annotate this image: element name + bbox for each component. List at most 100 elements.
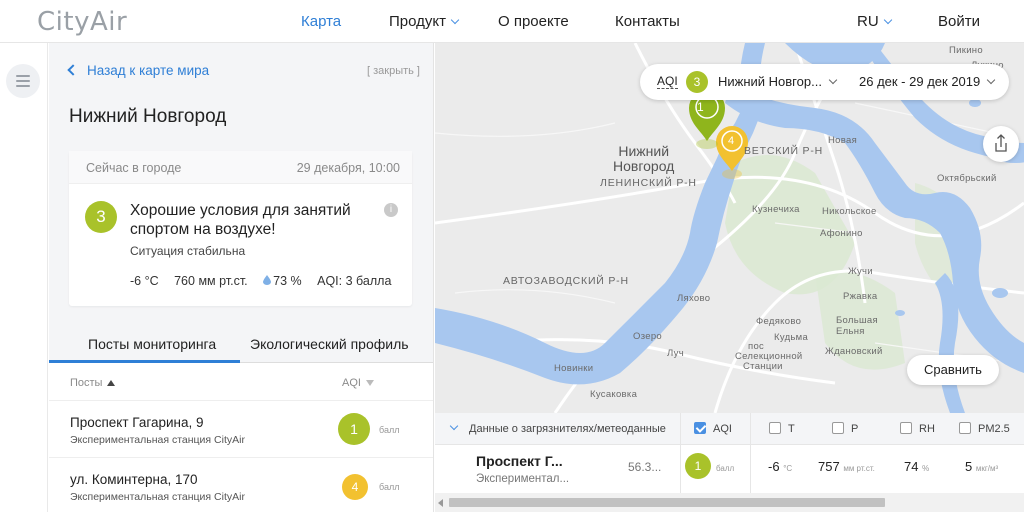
table-row[interactable]: Проспект Г... Экспериментал... 56.3... 1… [435,445,1024,493]
post-aqi-badge: 1 [338,413,370,445]
scrollbar-thumb[interactable] [449,498,885,507]
top-navigation-bar: CityAir Карта Продукт О проекте Контакты… [0,0,1024,43]
share-button[interactable] [983,126,1019,162]
map-place-label: Октябрьский [937,173,997,184]
column-t-label: T [788,423,795,435]
map-place-label: Кузнечиха [752,204,800,215]
station-name: Проспект Г... [476,453,563,469]
column-aqi-checkbox[interactable]: AQI [694,413,732,445]
column-p-checkbox[interactable]: P [832,413,858,445]
posts-column-label: Посты [70,377,103,389]
now-label: Сейчас в городе [86,161,182,175]
list-item[interactable]: Проспект Гагарина, 9 Экспериментальная с… [49,401,433,458]
horizontal-scrollbar[interactable] [435,493,1024,512]
checkbox [900,422,912,434]
chevron-down-icon [449,421,459,431]
map-place-label: Ждановский [825,346,883,357]
meteo-summary: -6 °C 760 мм рт.ст. 73 % AQI: 3 балла [130,274,403,288]
current-conditions-card: Сейчас в городе 29 декабря, 10:00 3 Хоро… [69,151,412,306]
hamburger-icon [16,75,30,77]
scroll-left-arrow-icon[interactable] [438,499,443,507]
map-place-label: Кусаковка [590,389,638,400]
aqi-toggle[interactable]: AQI [657,75,678,89]
row-humidity: 74 % [904,459,929,474]
hamburger-icon [16,80,30,82]
posts-list-header: Посты AQI [49,363,433,401]
map-place-label: Большая Ельня [836,315,878,337]
compare-button[interactable]: Сравнить [907,355,999,385]
city-selector[interactable]: Нижний Новгор... [718,74,838,89]
info-icon[interactable]: i [384,203,398,217]
map-place-label: Новая [828,135,858,146]
checkbox [832,422,844,434]
checkbox [769,422,781,434]
language-selector[interactable]: RU [857,13,892,30]
station-coordinate: 56.3... [628,460,662,474]
table-collapse-toggle[interactable]: Данные о загрязнителях/метеоданные [449,413,666,445]
sort-asc-icon [107,380,116,386]
cityair-logo[interactable]: CityAir [37,7,127,37]
nav-contacts[interactable]: Контакты [615,13,680,30]
map-place-label: Федяково [756,316,802,327]
table-header-label: Данные о загрязнителях/метеоданные [469,423,666,435]
map-place-label: Ляхово [677,293,711,304]
row-pressure-unit: мм рт.ст. [843,464,875,473]
language-label: RU [857,13,879,30]
date-range-selector[interactable]: 26 дек - 29 дек 2019 [859,74,996,89]
marker-4-label[interactable]: 4 [728,135,734,147]
back-to-world-map-link[interactable]: Назад к карте мира [67,63,209,78]
panel-tabs: Посты мониторинга Экологический профиль [49,327,433,363]
close-panel-button[interactable]: [ закрыть ] [367,65,420,77]
menu-button[interactable] [6,64,40,98]
temperature-value: -6 °C [130,274,159,288]
tab-monitoring-posts[interactable]: Посты мониторинга [88,336,216,352]
row-aqi-unit: балл [716,464,735,473]
login-link[interactable]: Войти [938,13,980,30]
city-title: Нижний Новгород [69,106,227,127]
side-strip [0,43,48,512]
column-t-checkbox[interactable]: T [769,413,795,445]
chevron-down-icon [986,75,996,85]
checkbox [959,422,971,434]
situation-text: Ситуация стабильна [130,244,246,258]
tab-eco-profile[interactable]: Экологический профиль [250,336,409,352]
checkbox-checked [694,422,706,434]
row-temperature-unit: °C [783,464,793,473]
row-aqi-badge: 1 [685,453,711,479]
nav-map[interactable]: Карта [301,13,341,30]
table-header: Данные о загрязнителях/метеоданные AQI T… [435,413,1024,445]
chevron-down-icon [450,15,460,25]
column-pm25-checkbox[interactable]: PM2.5 [959,413,1010,445]
map-place-label: Жучи [848,266,873,277]
map-place-label: Никольское [822,206,877,217]
column-p-label: P [851,423,859,435]
map-place-label: Ржавка [843,291,878,302]
map-district-label: АВТОЗАВОДСКИЙ Р-Н [503,275,629,287]
nav-product[interactable]: Продукт [389,13,460,30]
sort-by-posts[interactable]: Посты [70,377,116,389]
share-icon [995,134,1007,152]
row-pm25-unit: мкг/м³ [975,464,999,473]
row-humidity-unit: % [922,464,930,473]
list-item[interactable]: ул. Коминтерна, 170 Экспериментальная ст… [49,458,433,512]
map-place-label: Станции [743,361,783,372]
sort-by-aqi[interactable]: AQI [342,377,374,389]
row-pressure: 757 мм рт.ст. [818,459,875,474]
map-city-line-2: Новгород [613,158,675,174]
chevron-down-icon [828,75,838,85]
map-district-label: ЛЕНИНСКИЙ Р-Н [600,177,697,189]
chevron-left-icon [67,64,79,76]
row-temperature: -6 °C [768,459,792,474]
column-rh-checkbox[interactable]: RH [900,413,935,445]
nav-about[interactable]: О проекте [498,13,569,30]
column-aqi-label: AQI [713,423,732,435]
map-place-label: Кудьма [774,332,809,343]
humidity-value: 73 % [273,274,302,288]
row-pm25: 5 мкг/м³ [965,459,998,474]
marker-1-label[interactable]: 1 [697,100,704,114]
nav-product-label: Продукт [389,13,446,30]
sort-desc-icon [365,380,374,386]
row-humidity-value: 74 [904,459,919,474]
pressure-value: 760 мм рт.ст. [174,274,248,288]
aqi-column-label: AQI [342,377,361,389]
